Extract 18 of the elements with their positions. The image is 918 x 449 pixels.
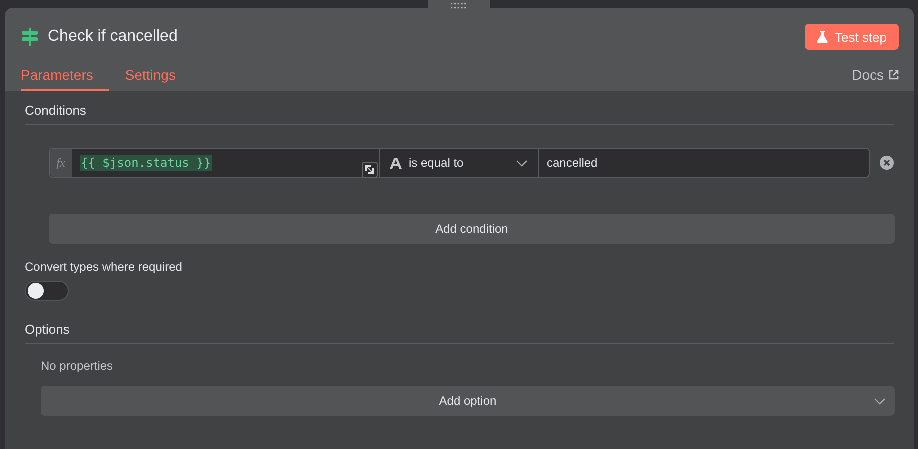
docs-link[interactable]: Docs <box>852 66 899 91</box>
empty-text: No properties <box>41 359 114 373</box>
chevron-down-icon <box>874 398 886 405</box>
add-condition-button[interactable]: Add condition <box>49 214 895 244</box>
toggle-switch[interactable] <box>25 281 69 301</box>
tab[interactable]: Settings <box>125 66 192 91</box>
flask-icon <box>816 31 828 43</box>
section-heading: Conditions <box>25 103 894 125</box>
section-heading: Options <box>25 322 894 344</box>
tab[interactable]: Parameters <box>21 66 110 91</box>
external-link-icon <box>889 70 899 80</box>
add-option-button[interactable]: Add option <box>41 386 895 416</box>
remove-icon[interactable] <box>880 156 894 170</box>
node-title: Check if cancelled <box>48 28 179 46</box>
drag-handle-icon[interactable] <box>428 0 490 12</box>
signpost-icon <box>21 28 39 46</box>
toggle-label: Convert types where required <box>25 260 184 274</box>
test-step-button[interactable]: Test step <box>804 24 899 50</box>
